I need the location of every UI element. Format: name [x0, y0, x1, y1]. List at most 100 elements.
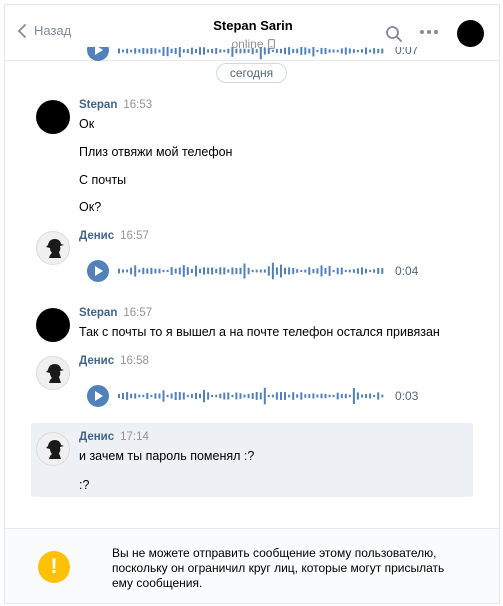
waveform-bar — [118, 394, 120, 398]
waveform-bar — [138, 269, 141, 273]
waveform-bar — [288, 47, 291, 55]
waveform-bar — [235, 268, 238, 275]
avatar[interactable] — [36, 308, 70, 342]
waveform-bar — [207, 392, 210, 400]
waveform-bar — [146, 48, 149, 54]
waveform-bar — [332, 394, 335, 398]
back-label: Назад — [34, 23, 72, 38]
audio-waveform[interactable] — [117, 386, 385, 406]
waveform-bar — [255, 392, 258, 400]
waveform-bar — [271, 394, 274, 398]
waveform-bar — [174, 268, 177, 274]
waveform-bar — [158, 49, 161, 53]
waveform-bar — [122, 392, 124, 400]
waveform-bar — [356, 392, 359, 400]
message-text: Так с почты то я вышел а на почте телефо… — [79, 325, 440, 339]
message-header: Stepan 16:57 — [79, 307, 152, 319]
waveform-bar — [247, 393, 250, 399]
waveform-bar — [275, 392, 278, 400]
author-name[interactable]: Stepan — [79, 99, 117, 111]
message-text: Плиз отвяжи мой телефон — [79, 145, 233, 159]
waveform-bar — [316, 268, 319, 274]
waveform-bar — [336, 392, 339, 400]
author-name[interactable]: Денис — [79, 431, 114, 443]
message-header: Stepan 16:53 — [79, 99, 152, 111]
message-time[interactable]: 16:57 — [123, 307, 152, 319]
waveform-bar — [158, 393, 161, 399]
author-name[interactable]: Денис — [79, 230, 114, 242]
waveform-bar — [243, 48, 246, 54]
waveform-bar — [356, 268, 359, 274]
back-button[interactable]: Назад — [17, 23, 71, 38]
waveform-bar — [150, 48, 153, 54]
message-time[interactable]: 16:58 — [120, 355, 149, 367]
message-text: :? — [79, 478, 90, 492]
author-name[interactable]: Денис — [79, 355, 114, 367]
waveform-bar — [239, 393, 242, 399]
waveform-bar — [280, 392, 282, 400]
waveform-bar — [231, 47, 234, 57]
more-options-icon[interactable] — [419, 29, 439, 35]
message-text: Ок? — [79, 200, 102, 214]
waveform-bar — [170, 267, 173, 275]
waveform-bar — [328, 49, 331, 53]
waveform-bar — [352, 269, 355, 273]
waveform-bar — [247, 49, 250, 53]
play-button[interactable] — [87, 47, 109, 61]
waveform-bar — [231, 267, 234, 275]
avatar[interactable] — [36, 432, 70, 466]
message-group: Денис 16:58 0:03 — [5, 353, 499, 409]
contact-avatar[interactable] — [457, 20, 484, 47]
avatar[interactable] — [36, 100, 70, 134]
waveform-bar — [203, 389, 205, 403]
waveform-bar — [332, 49, 335, 53]
waveform-bar — [126, 269, 129, 273]
waveform-bar — [288, 267, 291, 275]
waveform-bar — [166, 394, 169, 398]
waveform-bar — [292, 48, 295, 54]
waveform-bar — [373, 48, 376, 54]
waveform-bar — [365, 47, 367, 55]
message-time[interactable]: 17:14 — [120, 431, 149, 443]
waveform-bar — [150, 394, 153, 398]
waveform-bar — [296, 269, 299, 273]
waveform-bar — [267, 394, 270, 398]
avatar[interactable] — [36, 231, 70, 265]
play-button[interactable] — [87, 260, 109, 282]
waveform-bar — [199, 47, 201, 55]
avatar[interactable] — [36, 356, 70, 390]
audio-waveform[interactable] — [117, 261, 385, 281]
waveform-bar — [284, 392, 286, 400]
waveform-bar — [199, 268, 201, 274]
search-icon[interactable] — [385, 25, 403, 43]
message-time[interactable]: 16:57 — [120, 230, 149, 242]
waveform-bar — [259, 269, 262, 273]
waveform-bar — [207, 49, 210, 53]
waveform-bar — [348, 394, 351, 398]
waveform-bar — [344, 393, 347, 399]
waveform-bar — [118, 268, 120, 274]
waveform-bar — [182, 265, 185, 277]
waveform-bar — [369, 393, 372, 399]
message-text: Ок — [79, 117, 95, 131]
waveform-bar — [267, 266, 270, 276]
waveform-bar — [223, 267, 226, 275]
waveform-bar — [361, 49, 363, 53]
waveform-bar — [122, 49, 124, 53]
chevron-left-icon — [17, 23, 26, 38]
message-time[interactable]: 16:53 — [123, 99, 152, 111]
waveform-bar — [158, 268, 161, 274]
waveform-bar — [178, 267, 181, 275]
waveform-bar — [227, 269, 230, 273]
detective-silhouette-icon — [46, 364, 64, 384]
waveform-bar — [300, 392, 303, 400]
waveform-bar — [215, 394, 218, 398]
waveform-bar — [377, 268, 380, 274]
waveform-bar — [259, 47, 262, 60]
audio-waveform[interactable] — [117, 47, 385, 61]
waveform-bar — [336, 49, 339, 53]
author-name[interactable]: Stepan — [79, 307, 117, 319]
waveform-bar — [280, 264, 282, 278]
waveform-bar — [195, 265, 197, 277]
play-button[interactable] — [87, 385, 109, 407]
